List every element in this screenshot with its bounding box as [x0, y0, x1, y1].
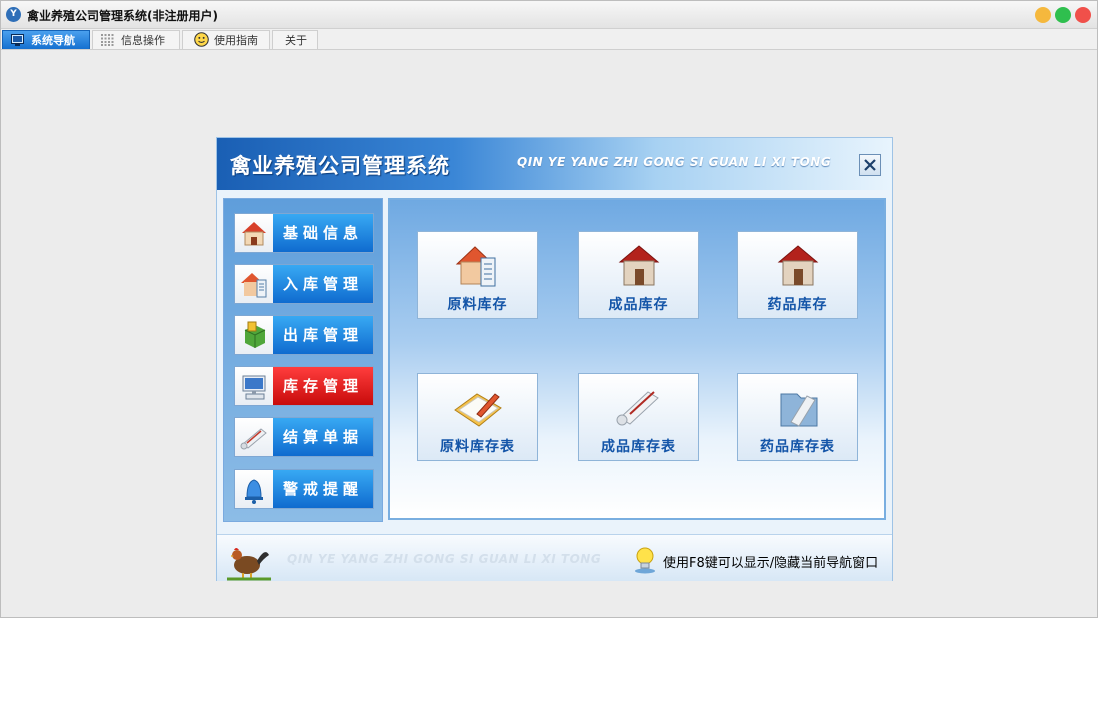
tab-user-guide[interactable]: 使用指南	[182, 30, 270, 49]
nav-stock-in-button[interactable]: 入库管理	[234, 264, 374, 304]
grid-icon	[101, 34, 114, 46]
left-nav: 基础信息 入库管理 出库管理 库存管理 结算单据 警戒提醒	[223, 198, 383, 522]
tile-medicine-stock[interactable]: 药品库存	[737, 231, 858, 319]
tile-label: 原料库存	[447, 297, 508, 313]
title-bar[interactable]: Y 禽业养殖公司管理系统(非注册用户)	[1, 1, 1097, 29]
tile-finished-product-report[interactable]: 成品库存表	[578, 373, 699, 461]
tab-label: 信息操作	[121, 34, 165, 47]
panel-pinyin-title: QIN YE YANG ZHI GONG SI GUAN LI XI TONG	[517, 155, 832, 169]
smiley-icon	[194, 32, 209, 47]
scroll-icon	[240, 428, 267, 450]
nav-label: 结算单据	[273, 418, 373, 456]
panel-close-button[interactable]	[859, 154, 881, 176]
house-icon	[618, 245, 660, 286]
tiles-area: 原料库存 成品库存 药品库存 原料库存表 成品库存表 药品库存表	[388, 198, 886, 520]
footer-hint: 使用F8键可以显示/隐藏当前导航窗口	[663, 556, 879, 571]
tile-finished-product-stock[interactable]: 成品库存	[578, 231, 699, 319]
tab-about[interactable]: 关于	[272, 30, 318, 49]
tile-raw-material-stock[interactable]: 原料库存	[417, 231, 538, 319]
nav-label: 出库管理	[273, 316, 373, 354]
monitor-icon	[11, 34, 24, 46]
scroll-pen-icon	[616, 391, 659, 426]
tab-info-operation[interactable]: 信息操作	[92, 30, 180, 49]
nav-settlement-button[interactable]: 结算单据	[234, 417, 374, 457]
tile-medicine-report[interactable]: 药品库存表	[737, 373, 858, 461]
tab-bar: 系统导航 信息操作 使用指南 关于	[1, 29, 1097, 50]
panel-title: 禽业养殖公司管理系统	[230, 154, 450, 178]
notepad-pencil-icon	[454, 393, 502, 427]
panel-header: 禽业养殖公司管理系统 QIN YE YANG ZHI GONG SI GUAN …	[217, 138, 892, 190]
folder-scroll-icon	[780, 393, 818, 427]
tab-system-navigation[interactable]: 系统导航	[2, 30, 90, 49]
app-window: Y 禽业养殖公司管理系统(非注册用户) 系统导航 信息操作 使用指南 关于 禽业…	[0, 0, 1098, 618]
house-document-icon	[241, 273, 267, 298]
maximize-button[interactable]	[1055, 7, 1071, 23]
close-icon	[864, 159, 876, 171]
nav-label: 入库管理	[273, 265, 373, 303]
computer-icon	[242, 375, 266, 400]
house-icon	[242, 222, 266, 246]
tile-label: 药品库存	[767, 297, 828, 313]
tile-label: 原料库存表	[440, 439, 515, 455]
package-icon	[244, 321, 266, 348]
close-window-button[interactable]	[1075, 7, 1091, 23]
tile-label: 药品库存表	[760, 439, 835, 455]
rooster-icon	[227, 548, 271, 581]
tile-label: 成品库存表	[601, 439, 676, 455]
minimize-button[interactable]	[1035, 7, 1051, 23]
tab-label: 系统导航	[31, 34, 75, 47]
nav-stock-out-button[interactable]: 出库管理	[234, 315, 374, 355]
nav-label: 基础信息	[273, 214, 373, 252]
footer-pinyin: QIN YE YANG ZHI GONG SI GUAN LI XI TONG	[287, 552, 602, 566]
nav-label: 库存管理	[273, 367, 373, 405]
panel-footer: QIN YE YANG ZHI GONG SI GUAN LI XI TONG …	[217, 534, 892, 581]
navigation-panel: 禽业养殖公司管理系统 QIN YE YANG ZHI GONG SI GUAN …	[216, 137, 893, 581]
lightbulb-icon	[635, 547, 655, 574]
tab-label: 使用指南	[214, 34, 258, 47]
house-icon	[777, 245, 819, 286]
nav-alert-button[interactable]: 警戒提醒	[234, 469, 374, 509]
app-logo-icon: Y	[6, 7, 21, 22]
window-title: 禽业养殖公司管理系统(非注册用户)	[27, 9, 218, 23]
tab-label: 关于	[285, 34, 307, 47]
house-document-icon	[455, 246, 496, 287]
nav-basic-info-button[interactable]: 基础信息	[234, 213, 374, 253]
tile-raw-material-report[interactable]: 原料库存表	[417, 373, 538, 461]
nav-inventory-button[interactable]: 库存管理	[234, 366, 374, 406]
tile-label: 成品库存	[608, 297, 669, 313]
nav-label: 警戒提醒	[273, 470, 373, 508]
bell-icon	[245, 479, 263, 504]
